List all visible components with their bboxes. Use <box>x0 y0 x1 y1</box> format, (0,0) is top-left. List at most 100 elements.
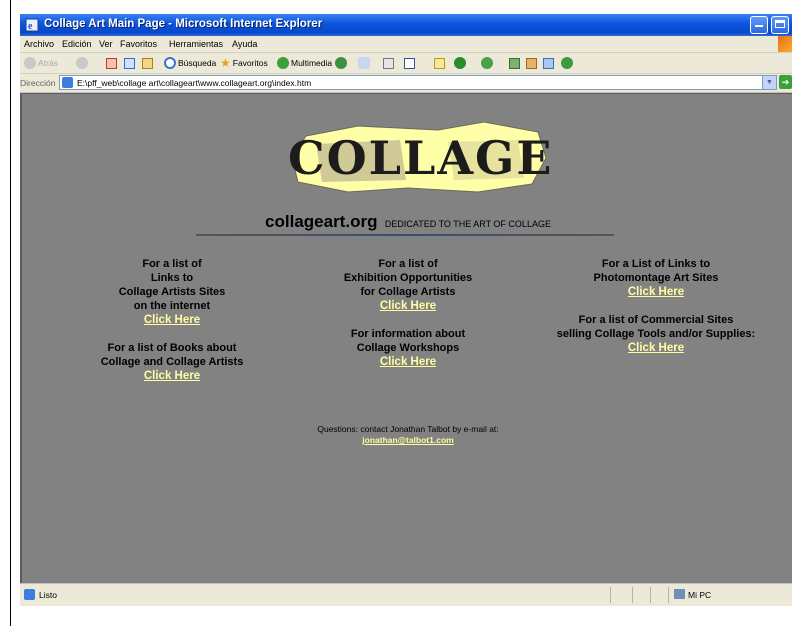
menu-favoritos[interactable]: Favoritos <box>120 39 157 49</box>
toolbar-icon-4 <box>561 57 573 69</box>
right-column: For a List of Links to Photomontage Art … <box>526 257 786 369</box>
messenger-icon <box>481 57 493 69</box>
print-icon <box>383 57 394 69</box>
menu-ver[interactable]: Ver <box>99 39 113 49</box>
maximize-button[interactable] <box>771 16 789 34</box>
back-label: Atrás <box>38 58 58 68</box>
middle-column: For a list of Exhibition Opportunities f… <box>308 257 508 383</box>
artists-sites-block: For a list of Links to Collage Artists S… <box>72 257 272 327</box>
exhibitions-link[interactable]: Click Here <box>308 299 508 313</box>
search-button[interactable]: Búsqueda <box>164 55 216 71</box>
mail-button[interactable] <box>358 55 372 71</box>
text-line: For a list of <box>142 258 202 270</box>
tool-button-2[interactable] <box>526 55 539 71</box>
status-bar: Listo Mi PC <box>20 583 792 606</box>
artists-sites-link[interactable]: Click Here <box>72 313 272 327</box>
text-line: Exhibition Opportunities <box>343 272 473 284</box>
tool-button-1[interactable] <box>509 55 522 71</box>
text-line: Photomontage Art Sites <box>593 272 719 284</box>
back-button[interactable]: Atrás <box>24 55 58 71</box>
photomontage-link[interactable]: Click Here <box>526 285 786 299</box>
workshops-block: For information about Collage Workshops … <box>308 327 508 369</box>
exhibitions-block: For a list of Exhibition Opportunities f… <box>308 257 508 313</box>
status-separator <box>632 587 633 603</box>
contact-email-link[interactable]: jonathan@talbot1.com <box>362 435 453 445</box>
page-content: COLLAGE collageart.org DEDICATED TO THE … <box>20 93 792 583</box>
go-button[interactable]: ➔ <box>779 75 792 89</box>
search-label: Búsqueda <box>178 58 217 68</box>
home-button[interactable] <box>142 55 155 71</box>
maximize-icon <box>775 20 785 28</box>
research-icon <box>454 57 466 69</box>
text-line: For information about <box>350 328 466 340</box>
windows-flag-icon <box>778 36 792 52</box>
tool-button-4[interactable] <box>561 55 575 71</box>
research-button[interactable] <box>454 55 468 71</box>
books-link[interactable]: Click Here <box>72 369 272 383</box>
forward-button[interactable] <box>76 55 90 71</box>
heading-divider <box>196 234 614 236</box>
stop-icon <box>106 57 117 69</box>
commercial-sites-link[interactable]: Click Here <box>526 341 786 355</box>
star-icon: ★ <box>220 56 231 70</box>
minimize-button[interactable] <box>750 16 768 34</box>
refresh-icon <box>124 57 135 69</box>
security-zone: Mi PC <box>688 590 712 600</box>
text-line: Collage Artists Sites <box>118 286 226 298</box>
go-arrow-icon: ➔ <box>781 77 790 87</box>
site-name: collageart.org <box>265 212 378 231</box>
menu-archivo[interactable]: Archivo <box>24 39 54 49</box>
back-arrow-icon <box>24 57 36 69</box>
page-icon <box>62 77 73 88</box>
books-block: For a list of Books about Collage and Co… <box>72 341 272 383</box>
stop-button[interactable] <box>106 55 119 71</box>
menu-bar: Archivo Edición Ver Favoritos Herramient… <box>20 36 792 53</box>
text-line: for Collage Artists <box>360 286 456 298</box>
refresh-button[interactable] <box>124 55 137 71</box>
text-line: Collage and Collage Artists <box>100 356 244 368</box>
toolbar-icon-2 <box>526 57 537 69</box>
collage-logo: COLLAGE <box>288 122 552 194</box>
history-button[interactable] <box>335 55 349 71</box>
word-edit-icon <box>404 57 415 69</box>
minimize-icon <box>755 25 763 27</box>
text-line: For a list of Books about <box>107 342 237 354</box>
messenger-button[interactable] <box>481 55 495 71</box>
edit-button[interactable] <box>404 55 417 71</box>
menu-herramientas[interactable]: Herramientas <box>169 39 223 49</box>
address-url: E:\pff_web\collage art\collageart\www.co… <box>77 78 312 88</box>
home-icon <box>142 57 153 69</box>
multimedia-label: Multimedia <box>291 58 333 68</box>
internet-explorer-icon: e <box>25 18 39 32</box>
status-separator <box>668 587 669 603</box>
print-button[interactable] <box>383 55 396 71</box>
tool-button-3[interactable] <box>543 55 556 71</box>
text-line: For a List of Links to <box>601 258 711 270</box>
window-title: Collage Art Main Page - Microsoft Intern… <box>44 18 323 30</box>
site-tagline: DEDICATED TO THE ART OF COLLAGE <box>384 219 551 229</box>
address-input[interactable]: E:\pff_web\collage art\collageart\www.co… <box>59 75 777 90</box>
photomontage-block: For a List of Links to Photomontage Art … <box>526 257 786 299</box>
text-line: selling Collage Tools and/or Supplies: <box>556 328 756 340</box>
site-heading: collageart.org DEDICATED TO THE ART OF C… <box>22 212 792 232</box>
text-line: For a list of Commercial Sites <box>578 314 734 326</box>
favorites-label: Favoritos <box>232 58 268 68</box>
chevron-down-icon[interactable]: ▼ <box>762 76 776 89</box>
text-line: Links to <box>150 272 194 284</box>
menu-edicion[interactable]: Edición <box>62 39 92 49</box>
workshops-link[interactable]: Click Here <box>308 355 508 369</box>
text-line: Collage Workshops <box>356 342 460 354</box>
multimedia-button[interactable]: Multimedia <box>277 55 332 71</box>
title-bar[interactable]: e Collage Art Main Page - Microsoft Inte… <box>20 14 792 36</box>
browser-window: e Collage Art Main Page - Microsoft Inte… <box>20 14 792 606</box>
page-left-rule <box>10 0 11 626</box>
favorites-button[interactable]: ★ Favoritos <box>220 55 268 71</box>
svg-text:e: e <box>28 21 33 32</box>
menu-ayuda[interactable]: Ayuda <box>232 39 257 49</box>
status-text: Listo <box>39 590 57 600</box>
address-label: Dirección <box>20 78 56 88</box>
contact-section: Questions: contact Jonathan Talbot by e-… <box>22 424 792 446</box>
toolbar-icon-3 <box>543 57 554 69</box>
discuss-button[interactable] <box>434 55 447 71</box>
status-separator <box>650 587 651 603</box>
